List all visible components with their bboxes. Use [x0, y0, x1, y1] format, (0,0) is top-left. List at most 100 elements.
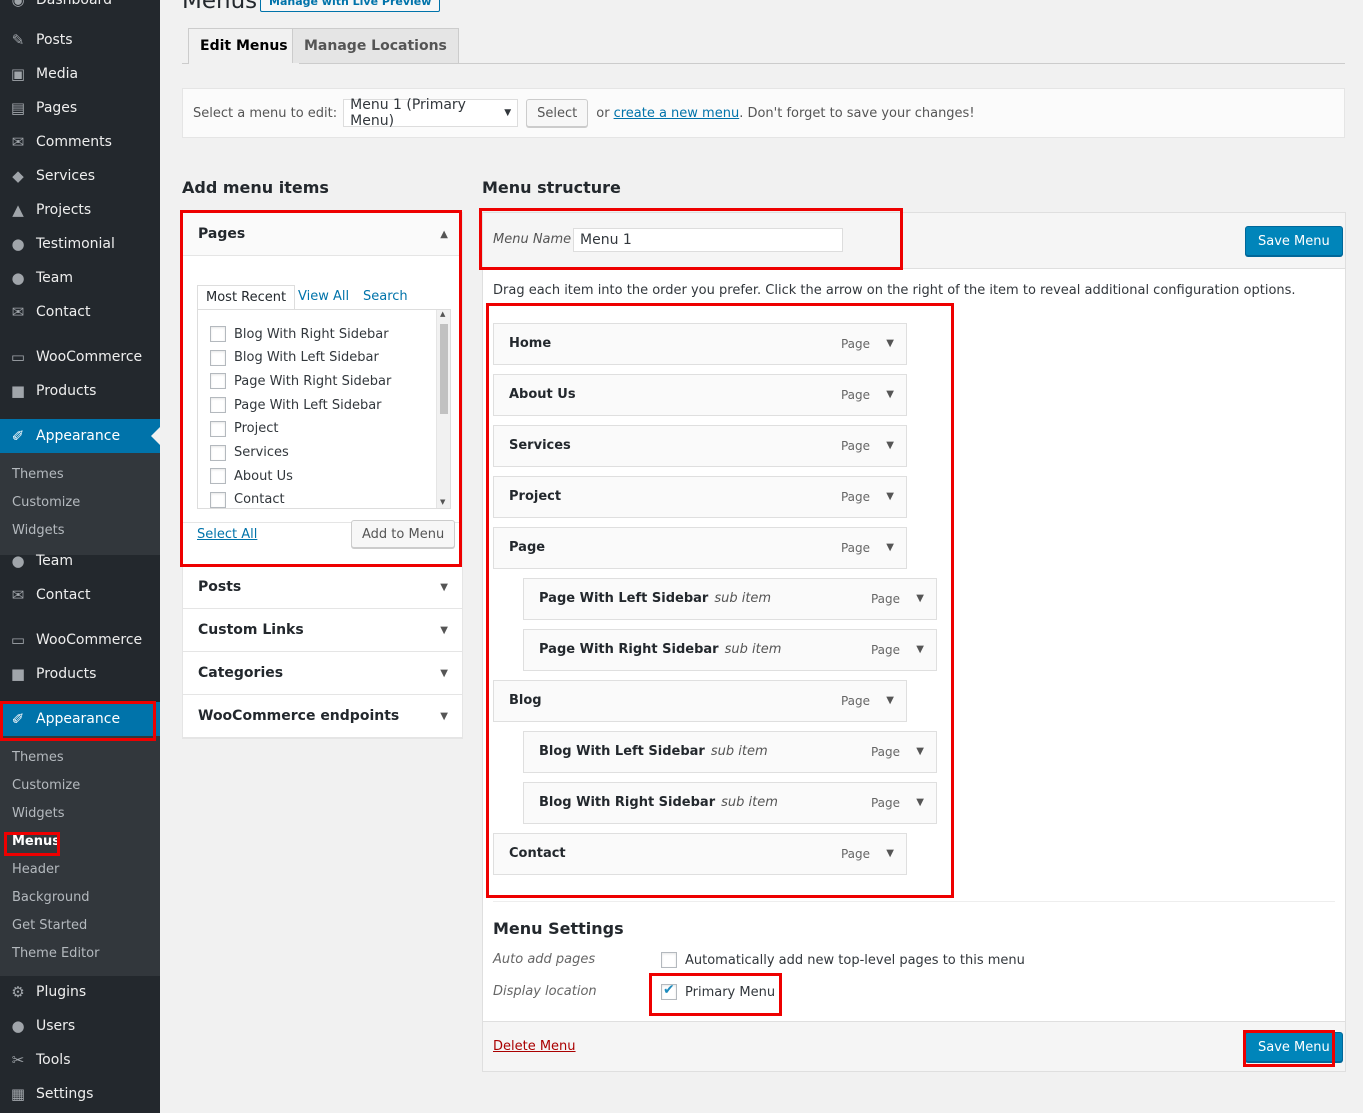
page-checkbox[interactable]	[210, 326, 226, 342]
page-checkbox-row[interactable]: Page With Left Sidebar	[210, 395, 382, 415]
menu-item[interactable]: Project Page ▼	[493, 476, 907, 518]
scrollbar-thumb[interactable]	[440, 324, 448, 414]
scroll-up-icon[interactable]: ▲	[440, 310, 445, 318]
page-checkbox[interactable]	[210, 420, 226, 437]
auto-add-checkbox[interactable]	[661, 952, 677, 968]
submenu-item-themes[interactable]: Themes	[12, 748, 64, 768]
sidebar-item-media[interactable]: ▣ Media	[0, 57, 160, 91]
primary-menu-checkbox[interactable]	[661, 982, 677, 1000]
page-checkbox-row[interactable]: Contact	[210, 490, 285, 508]
expand-arrow-icon[interactable]: ▼	[886, 528, 894, 568]
menu-item-type: Page	[840, 490, 870, 504]
menu-item[interactable]: Blog With Right Sidebar sub item Page ▼	[523, 782, 937, 824]
select-all-link[interactable]: Select All	[197, 527, 257, 542]
menu-item[interactable]: Blog Page ▼	[493, 680, 907, 722]
menu-item[interactable]: Contact Page ▼	[493, 833, 907, 875]
submenu-item-widgets[interactable]: Widgets	[12, 804, 65, 824]
sidebar-item-users[interactable]: ● Users	[0, 1009, 160, 1043]
section-header-posts[interactable]: Posts ▼	[183, 566, 462, 609]
expand-arrow-icon[interactable]: ▼	[916, 579, 924, 619]
page-checkbox-row[interactable]: Services	[210, 443, 289, 463]
page-checkbox[interactable]	[210, 349, 226, 366]
sidebar-item-woocommerce[interactable]: ▭ WooCommerce	[0, 340, 160, 374]
submenu-item-theme-editor[interactable]: Theme Editor	[12, 944, 99, 964]
scroll-down-icon[interactable]: ▼	[440, 498, 445, 506]
expand-arrow-icon[interactable]: ▼	[916, 732, 924, 772]
sidebar-item-dashboard[interactable]: ◉ Dashboard	[0, 0, 160, 17]
submenu-item-header[interactable]: Header	[12, 860, 59, 880]
live-preview-button[interactable]: Manage with Live Preview	[260, 0, 441, 12]
menu-item[interactable]: About Us Page ▼	[493, 374, 907, 416]
sidebar-item-products[interactable]: ■ Products	[0, 657, 160, 691]
expand-arrow-icon[interactable]: ▼	[886, 426, 894, 466]
submenu-item-background[interactable]: Background	[12, 888, 90, 908]
add-to-menu-button[interactable]: Add to Menu	[351, 520, 456, 548]
create-menu-link[interactable]: create a new menu	[614, 106, 740, 121]
section-header-custom-links[interactable]: Custom Links ▼	[183, 609, 462, 652]
menu-select[interactable]: Menu 1 (Primary Menu) ▼	[343, 97, 519, 129]
sidebar-item-appearance[interactable]: ✐ Appearance	[0, 702, 160, 736]
submenu-item-customize[interactable]: Customize	[12, 493, 80, 513]
expand-arrow-icon[interactable]: ▼	[916, 783, 924, 823]
expand-arrow-icon[interactable]: ▼	[886, 834, 894, 874]
sidebar-item-appearance[interactable]: ✐ Appearance	[0, 419, 160, 453]
page-checkbox-row[interactable]: Blog With Right Sidebar	[210, 324, 389, 344]
delete-menu-link[interactable]: Delete Menu	[493, 1039, 576, 1054]
tab-view-all[interactable]: View All	[298, 285, 349, 309]
expand-arrow-icon[interactable]: ▼	[886, 375, 894, 415]
sidebar-item-team[interactable]: ● Team	[0, 261, 160, 295]
sidebar-item-products[interactable]: ■ Products	[0, 374, 160, 408]
section-header-categories[interactable]: Categories ▼	[183, 652, 462, 695]
page-checkbox[interactable]	[210, 468, 226, 485]
sidebar-item-pages[interactable]: ▤ Pages	[0, 91, 160, 125]
page-checkbox-row[interactable]: Blog With Left Sidebar	[210, 348, 379, 368]
menu-item[interactable]: Services Page ▼	[493, 425, 907, 467]
sidebar-item-woocommerce[interactable]: ▭ WooCommerce	[0, 623, 160, 657]
submenu-item-themes[interactable]: Themes	[12, 465, 64, 485]
expand-arrow-icon[interactable]: ▼	[916, 630, 924, 670]
select-button[interactable]: Select	[526, 99, 589, 127]
sidebar-item-plugins[interactable]: ⚙ Plugins	[0, 975, 160, 1009]
menu-item[interactable]: Page Page ▼	[493, 527, 907, 569]
sidebar-item-posts[interactable]: ✎ Posts	[0, 23, 160, 57]
expand-arrow-icon[interactable]: ▼	[886, 681, 894, 721]
page-checkbox[interactable]	[210, 373, 226, 390]
save-menu-button-top[interactable]: Save Menu	[1245, 226, 1343, 256]
sidebar-item-comments[interactable]: ✉ Comments	[0, 125, 160, 159]
tab-search[interactable]: Search	[363, 285, 408, 309]
expand-arrow-icon[interactable]: ▼	[886, 324, 894, 364]
section-header-woocommerce-endpoints[interactable]: WooCommerce endpoints ▼	[183, 695, 462, 738]
page-checkbox-row[interactable]: Project	[210, 419, 278, 439]
menu-item[interactable]: Blog With Left Sidebar sub item Page ▼	[523, 731, 937, 773]
sidebar-item-contact[interactable]: ✉ Contact	[0, 578, 160, 612]
save-menu-button-bottom[interactable]: Save Menu	[1245, 1032, 1343, 1062]
page-checkbox[interactable]	[210, 444, 226, 461]
auto-add-option[interactable]: Automatically add new top-level pages to…	[661, 952, 1025, 968]
sidebar-item-contact[interactable]: ✉ Contact	[0, 295, 160, 329]
sidebar-item-settings[interactable]: ▦ Settings	[0, 1077, 160, 1111]
page-checkbox[interactable]	[210, 491, 226, 508]
submenu-item-customize[interactable]: Customize	[12, 776, 80, 796]
menu-item-label: Page With Left Sidebar	[539, 591, 709, 606]
tab-edit-menus[interactable]: Edit Menus	[188, 28, 300, 64]
sidebar-item-testimonial[interactable]: ● Testimonial	[0, 227, 160, 261]
sidebar-item-team[interactable]: ● Team	[0, 544, 160, 578]
checklist-scrollbar[interactable]: ▲ ▼	[436, 310, 450, 508]
sidebar-item-tools[interactable]: ✂ Tools	[0, 1043, 160, 1077]
tab-most-recent[interactable]: Most Recent	[197, 285, 296, 309]
sidebar-item-services[interactable]: ◆ Services	[0, 159, 160, 193]
expand-arrow-icon[interactable]: ▼	[886, 477, 894, 517]
menu-item[interactable]: Page With Right Sidebar sub item Page ▼	[523, 629, 937, 671]
sidebar-item-projects[interactable]: ▲ Projects	[0, 193, 160, 227]
primary-menu-option[interactable]: Primary Menu	[661, 982, 775, 1000]
submenu-item-menus[interactable]: Menus	[12, 832, 60, 852]
submenu-item-get-started[interactable]: Get Started	[12, 916, 87, 936]
menu-item[interactable]: Page With Left Sidebar sub item Page ▼	[523, 578, 937, 620]
page-checkbox[interactable]	[210, 397, 226, 414]
submenu-item-widgets[interactable]: Widgets	[12, 521, 65, 541]
page-checkbox-row[interactable]: Page With Right Sidebar	[210, 371, 391, 391]
menu-name-input[interactable]: Menu 1	[573, 228, 843, 252]
menu-item[interactable]: Home Page ▼	[493, 323, 907, 365]
tab-manage-locations[interactable]: Manage Locations	[292, 28, 459, 63]
page-checkbox-row[interactable]: About Us	[210, 466, 293, 486]
